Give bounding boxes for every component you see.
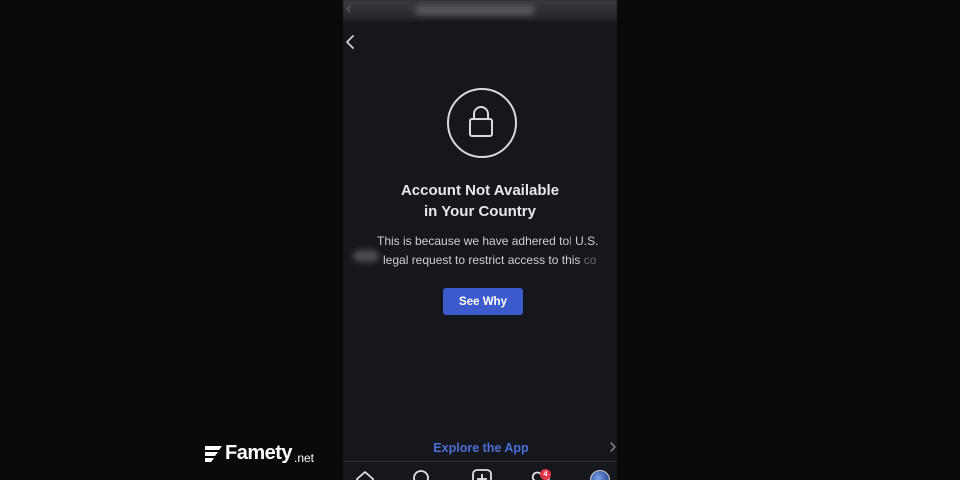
see-why-button[interactable]: See Why: [443, 288, 523, 315]
explore-the-app-link[interactable]: Explore the App: [343, 438, 617, 460]
chevron-left-icon: ‹: [346, 0, 352, 17]
watermark-brand: Famety: [225, 442, 293, 464]
body-line-2-text: legal request to restrict access to this: [383, 253, 581, 267]
video-frame: ‹ Account Not Available in Your Country …: [0, 0, 960, 480]
chevron-left-icon: [346, 35, 354, 49]
title-line-2: in Your Country: [424, 203, 536, 220]
lock-badge: [447, 88, 517, 158]
page-title: Account Not Available in Your Country: [343, 180, 617, 222]
back-button[interactable]: [343, 30, 367, 54]
body-line-2: legal request to restrict access to this…: [383, 250, 596, 270]
title-line-1: Account Not Available: [400, 182, 560, 199]
tab-home[interactable]: [354, 468, 376, 480]
blurred-header: ‹: [343, 0, 617, 22]
home-icon: [356, 471, 374, 480]
phone-screen: ‹ Account Not Available in Your Country …: [343, 0, 617, 480]
activity-badge: 4: [540, 469, 551, 480]
body-line-1-text: This is because we have adhered to: [377, 234, 570, 248]
famety-logo-icon: [205, 446, 222, 462]
search-icon: [413, 470, 429, 480]
blurred-title: [415, 5, 535, 15]
tab-create[interactable]: [471, 468, 493, 480]
bottom-tabbar: [343, 462, 617, 480]
lock-icon: [469, 106, 493, 137]
famety-watermark: Famety .net: [204, 442, 324, 468]
redaction-smudge: [353, 250, 379, 262]
tab-search[interactable]: [411, 468, 433, 480]
body-line-1-tail: U.S.: [575, 234, 599, 248]
body-line-2-tail: co: [583, 253, 597, 267]
body-line-1: This is because we have adhered tol U.S.: [377, 234, 599, 248]
explore-label: Explore the App: [433, 441, 529, 455]
chevron-right-icon: [610, 442, 616, 452]
watermark-tld: .net: [294, 451, 315, 465]
plus-square-icon: [472, 469, 492, 480]
